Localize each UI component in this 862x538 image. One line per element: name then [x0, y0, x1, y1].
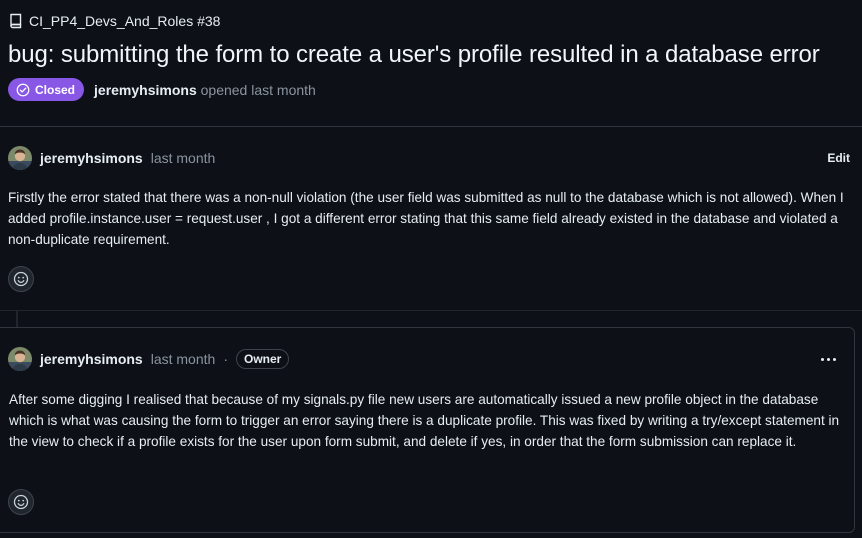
smiley-icon	[13, 494, 29, 510]
comment-body: After some digging I realised that becau…	[9, 392, 840, 449]
repo-reference-text[interactable]: CI_PP4_Devs_And_Roles #38	[29, 13, 220, 29]
avatar[interactable]	[8, 347, 32, 371]
timeline-line	[16, 311, 18, 327]
comment-time[interactable]: last month	[151, 349, 216, 370]
state-badge: Closed	[8, 78, 85, 101]
add-reaction-button[interactable]	[8, 266, 34, 292]
comment-divider	[0, 310, 862, 311]
comment-author[interactable]: jeremyhsimons	[40, 148, 143, 169]
repo-icon	[10, 13, 22, 29]
separator-dot: ·	[223, 350, 228, 367]
comment-header: jeremyhsimons last month · Owner	[8, 345, 842, 373]
owner-badge: Owner	[235, 349, 290, 369]
edit-button[interactable]: Edit	[827, 148, 850, 169]
check-circle-icon	[16, 83, 30, 96]
comment-header: jeremyhsimons last month Edit	[8, 144, 850, 172]
add-reaction-button[interactable]	[8, 489, 34, 515]
repo-reference[interactable]: CI_PP4_Devs_And_Roles #38	[9, 13, 220, 29]
avatar[interactable]	[8, 146, 32, 170]
comment-2: jeremyhsimons last month · Owner After s…	[0, 327, 855, 533]
opened-text: opened last month	[200, 81, 316, 98]
comment-1: jeremyhsimons last month Edit Firstly th…	[0, 127, 862, 310]
comment-author[interactable]: jeremyhsimons	[40, 349, 143, 370]
state-label: Closed	[35, 82, 76, 97]
kebab-horizontal-icon[interactable]	[815, 354, 842, 365]
issue-meta: Closed jeremyhsimons opened last month	[8, 78, 316, 101]
comment-time[interactable]: last month	[151, 148, 216, 169]
issue-author-link[interactable]: jeremyhsimons	[94, 82, 197, 98]
smiley-icon	[13, 271, 29, 287]
comment-body: Firstly the error stated that there was …	[8, 190, 844, 247]
issue-title: bug: submitting the form to create a use…	[8, 41, 820, 68]
